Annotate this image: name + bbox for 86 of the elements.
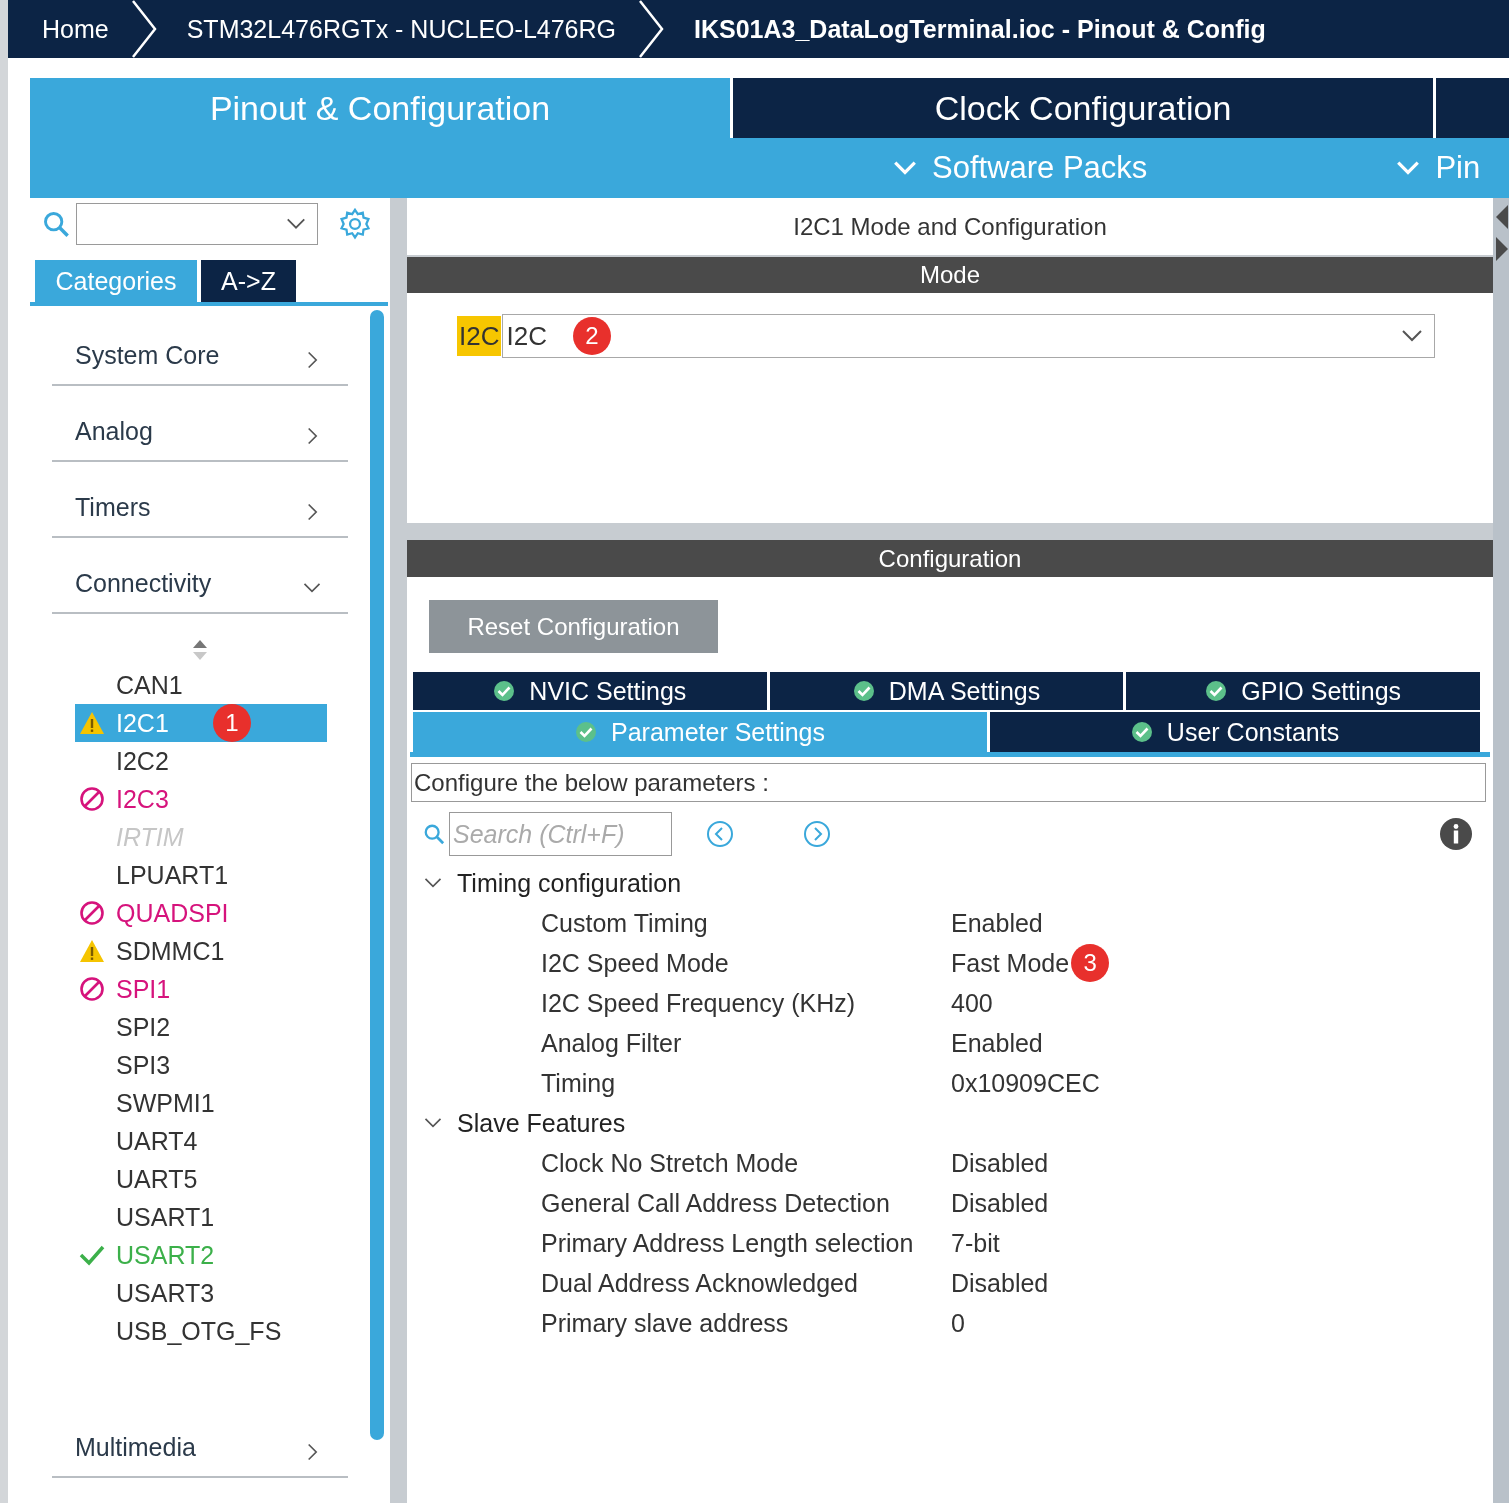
parameter-value[interactable]: Disabled	[951, 1268, 1049, 1298]
parameter-name: Dual Address Acknowledged	[541, 1268, 859, 1298]
peripheral-item[interactable]: SPI3	[75, 1046, 327, 1084]
settings-tab[interactable]: NVIC Settings	[413, 672, 767, 710]
next-icon[interactable]	[803, 820, 831, 848]
parameter-value[interactable]: Enabled	[951, 908, 1043, 938]
peripheral-item[interactable]: USART1	[75, 1198, 327, 1236]
parameter-value[interactable]: Disabled	[951, 1148, 1049, 1178]
parameter-name: Custom Timing	[541, 908, 709, 938]
expand-right-icon[interactable]	[1495, 236, 1509, 262]
group-label: Timing configuration	[457, 868, 682, 898]
breadcrumb-link[interactable]: STM32L476RGTx - NUCLEO-L476RG	[186, 14, 616, 44]
peripheral-item[interactable]: SDMMC1	[75, 932, 327, 970]
check-circle-icon	[493, 680, 516, 702]
section-header: Configuration	[407, 540, 1493, 577]
peripheral-item[interactable]: SPI2	[75, 1008, 327, 1046]
number-badge: 2	[572, 317, 611, 355]
parameter-name: Primary Address Length selection	[541, 1228, 915, 1258]
peripheral-item[interactable]: CAN1	[75, 666, 327, 704]
mode-dropdown[interactable]: I2C 2	[502, 314, 1436, 358]
prohibited-icon	[79, 900, 105, 926]
breadcrumb-link[interactable]: Home	[42, 14, 109, 44]
parameter-name: Primary slave address	[541, 1308, 790, 1338]
group-label: Slave Features	[457, 1108, 626, 1138]
peripheral-item[interactable]: LPUART1	[75, 856, 327, 894]
checkmark-icon	[79, 1243, 105, 1267]
parameter-name: Timing	[541, 1068, 617, 1098]
number-badge: 1	[212, 704, 251, 742]
previous-icon[interactable]	[706, 820, 734, 848]
peripheral-item[interactable]: USB_OTG_FS	[75, 1312, 327, 1350]
peripheral-item[interactable]: I2C3	[75, 780, 327, 818]
sort-arrows-icon[interactable]	[191, 638, 209, 662]
mode-tag: I2C	[457, 316, 502, 356]
check-circle-icon	[1130, 721, 1153, 743]
settings-tab[interactable]: GPIO Settings	[1126, 672, 1480, 710]
info-icon[interactable]	[1439, 817, 1473, 851]
parameter-name: Analog Filter	[541, 1028, 683, 1058]
category-item[interactable]: Timers	[52, 462, 348, 538]
parameter-value[interactable]: 400	[951, 988, 993, 1018]
dropdown-value: I2C	[506, 320, 547, 352]
peripheral-item[interactable]: SPI1	[75, 970, 327, 1008]
scrollbar[interactable]	[370, 310, 384, 1440]
parameter-value[interactable]: Fast Mode	[951, 948, 1070, 978]
warning-icon	[79, 711, 105, 735]
search-field[interactable]: Search (Ctrl+F)	[449, 812, 672, 856]
peripheral-item[interactable]: SWPMI1	[75, 1084, 327, 1122]
search-icon[interactable]	[42, 210, 70, 238]
prohibited-icon	[79, 976, 105, 1002]
chevron-right-icon	[636, 0, 666, 59]
collapse-left-icon[interactable]	[1495, 204, 1509, 230]
peripheral-item[interactable]: UART5	[75, 1160, 327, 1198]
parameter-value[interactable]: Disabled	[951, 1188, 1049, 1218]
category-item[interactable]: Connectivity	[52, 538, 348, 614]
number-badge: 3	[1071, 944, 1110, 982]
peripheral-item[interactable]: QUADSPI	[75, 894, 327, 932]
parameter-value[interactable]: 7-bit	[951, 1228, 1000, 1258]
settings-tab[interactable]: User Constants	[990, 712, 1480, 752]
parameter-name: I2C Speed Frequency (KHz)	[541, 988, 857, 1018]
parameter-value[interactable]: 0x10909CEC	[951, 1068, 1100, 1098]
check-circle-icon	[852, 680, 875, 702]
description-field: Configure the below parameters :	[411, 763, 1486, 802]
peripheral-item[interactable]: I2C1 1	[75, 704, 327, 742]
peripheral-item[interactable]: I2C2	[75, 742, 327, 780]
section-header: Mode	[407, 257, 1493, 293]
check-circle-icon	[1205, 680, 1228, 702]
parameter-value[interactable]: 0	[951, 1308, 965, 1338]
check-circle-icon	[575, 721, 597, 743]
peripheral-item[interactable]: UART4	[75, 1122, 327, 1160]
parameter-value[interactable]: Enabled	[951, 1028, 1043, 1058]
main-tab[interactable]: Clock Configuration	[733, 78, 1433, 138]
parameter-name: General Call Address Detection	[541, 1188, 891, 1218]
peripheral-item[interactable]: USART3	[75, 1274, 327, 1312]
breadcrumb-link[interactable]: IKS01A3_DataLogTerminal.ioc - Pinout & Config	[694, 14, 1266, 44]
warning-icon	[79, 939, 105, 963]
category-item[interactable]: Multimedia	[52, 1402, 348, 1478]
search-combo-field[interactable]	[76, 203, 318, 245]
category-tab[interactable]: A->Z	[201, 260, 296, 302]
settings-icon[interactable]	[338, 207, 372, 241]
parameter-name: Clock No Stretch Mode	[541, 1148, 800, 1178]
panel-title: I2C1 Mode and Configuration	[407, 198, 1493, 255]
category-item[interactable]: Analog	[52, 386, 348, 462]
prohibited-icon	[79, 786, 105, 812]
settings-tab[interactable]: DMA Settings	[769, 672, 1124, 710]
parameter-name: I2C Speed Mode	[541, 948, 730, 978]
category-item[interactable]: System Core	[52, 310, 348, 386]
search-icon[interactable]	[423, 823, 445, 845]
